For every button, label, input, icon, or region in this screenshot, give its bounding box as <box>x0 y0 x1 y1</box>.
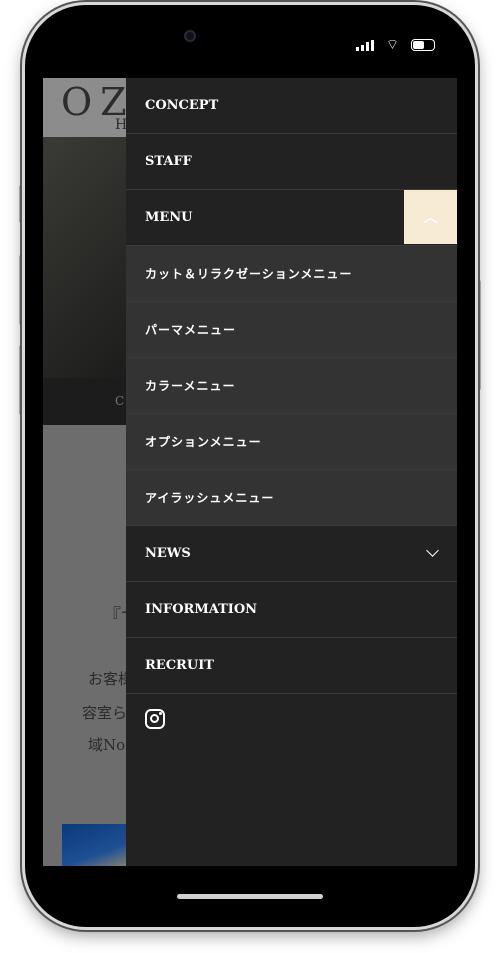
wifi-icon: ⌔ <box>385 37 399 53</box>
submenu-item[interactable]: オプションメニュー <box>126 414 457 470</box>
menu-label: パーマメニュー <box>145 323 237 337</box>
battery-icon <box>411 39 435 51</box>
menu-item-menu[interactable]: MENU ︿ <box>126 190 457 246</box>
submenu-item[interactable]: カット＆リラクゼーションメニュー <box>126 246 457 302</box>
signal-icon <box>355 39 374 51</box>
submenu-item[interactable]: パーマメニュー <box>126 302 457 358</box>
phone-screen: ⌔ OZH C 『サ お客様 容室ら 域No. CONCEPT STAFF ME… <box>43 22 457 906</box>
menu-item-recruit[interactable]: RECRUIT <box>126 638 457 694</box>
menu-item-concept[interactable]: CONCEPT <box>126 78 457 134</box>
submenu-item[interactable]: カラーメニュー <box>126 358 457 414</box>
menu-label: オプションメニュー <box>145 435 262 449</box>
menu-label: アイラッシュメニュー <box>145 491 275 505</box>
home-indicator[interactable] <box>177 894 323 899</box>
menu-item-information[interactable]: INFORMATION <box>126 582 457 638</box>
submenu-item[interactable]: アイラッシュメニュー <box>126 470 457 526</box>
chevron-up-icon: ︿ <box>423 210 438 226</box>
collapse-toggle-button[interactable]: ︿ <box>404 190 457 244</box>
menu-item-news[interactable]: NEWS <box>126 526 457 582</box>
menu-label: カット＆リラクゼーションメニュー <box>145 267 353 281</box>
menu-label: CONCEPT <box>145 98 219 113</box>
menu-item-staff[interactable]: STAFF <box>126 134 457 190</box>
menu-label: STAFF <box>145 154 192 169</box>
menu-label: カラーメニュー <box>145 379 236 393</box>
body-text-line: 域No. <box>88 736 130 754</box>
drawer-menu: CONCEPT STAFF MENU ︿ カット＆リラクゼーションメニュー パー… <box>126 78 457 866</box>
body-text-line: 容室ら <box>82 704 128 722</box>
menu-label: MENU <box>145 210 193 225</box>
status-bar: ⌔ <box>43 22 457 78</box>
instagram-icon[interactable] <box>145 709 165 729</box>
menu-label: NEWS <box>145 546 191 561</box>
menu-label: RECRUIT <box>145 658 214 673</box>
chevron-down-icon[interactable] <box>426 544 439 557</box>
camera-icon <box>184 30 196 42</box>
menu-label: INFORMATION <box>145 602 258 617</box>
